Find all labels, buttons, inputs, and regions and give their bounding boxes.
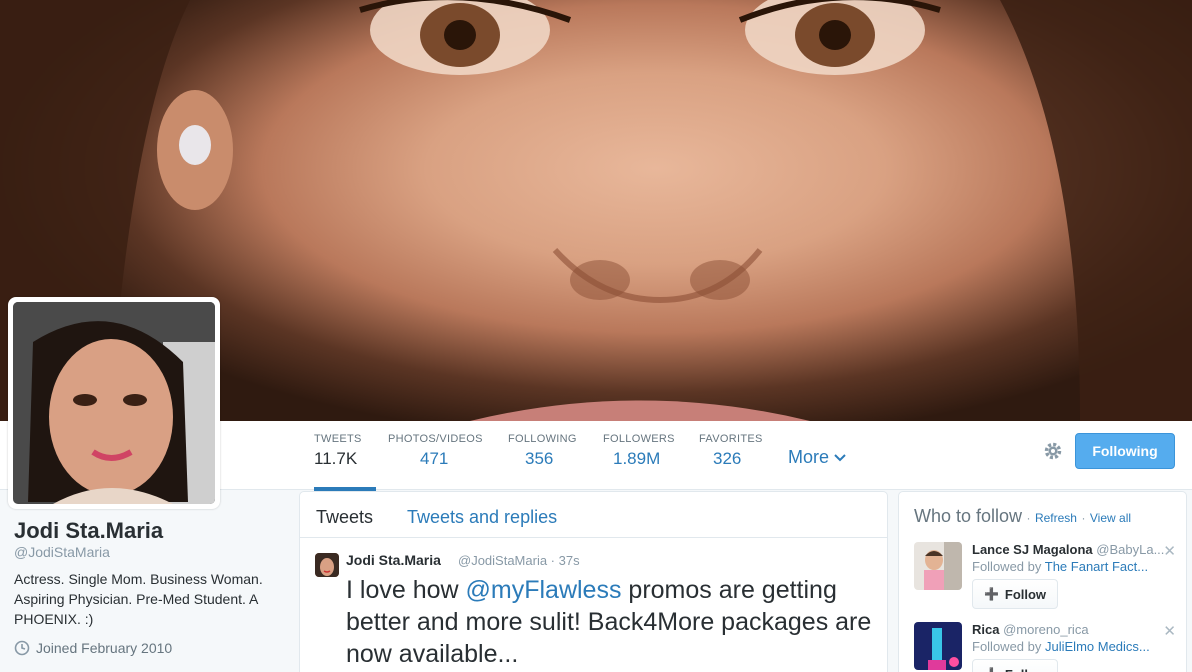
add-user-icon: ➕ [983,587,999,601]
tweet-text-part: I love how [346,576,466,604]
stat-following[interactable]: FOLLOWING 356 [508,433,577,469]
joined-text: Joined February 2010 [36,640,173,656]
tweets-timeline: Tweets Tweets and replies Jodi Sta.Maria… [299,491,888,672]
tweet-author-name[interactable]: Jodi Sta.Maria [346,552,441,568]
tweet-text: I love how @myFlawless promos are gettin… [346,574,886,670]
separator: · [1081,511,1086,525]
stat-value: 11.7K [314,449,358,468]
view-all-link[interactable]: View all [1090,511,1131,525]
follow-button[interactable]: ➕ Follow [972,659,1058,672]
tab-tweets-and-replies[interactable]: Tweets and replies [407,507,557,528]
suggestion-followed-by: Followed by The Fanart Fact... [972,559,1148,574]
timeline-tabs: Tweets Tweets and replies [300,492,887,538]
profile-handle[interactable]: @JodiStaMaria [14,544,110,560]
followed-by-prefix: Followed by [972,639,1042,654]
suggestion-name-text: Rica [972,622,1000,637]
tweet-mention-link[interactable]: @myFlawless [466,576,622,604]
stat-value: 326 [713,449,742,468]
separator: · [1026,511,1031,525]
suggestion-handle: @moreno_rica [1003,622,1089,637]
who-to-follow-header: Who to follow · Refresh · View all [914,506,1131,527]
stat-value: 1.89M [613,449,661,468]
tab-tweets[interactable]: Tweets [316,507,373,528]
follow-label: Follow [1004,586,1047,602]
stat-label: FAVORITES [699,433,763,445]
refresh-link[interactable]: Refresh [1035,511,1077,525]
stat-label: FOLLOWERS [603,433,675,445]
stat-value: 471 [420,449,449,468]
stat-favorites[interactable]: FAVORITES 326 [699,433,763,469]
more-label: More [788,447,830,467]
stat-label: PHOTOS/VIDEOS [388,433,483,445]
stat-label: TWEETS [314,433,362,445]
close-icon[interactable]: ✕ [1163,622,1176,640]
follow-button[interactable]: ➕ Follow [972,579,1058,609]
suggestion-avatar[interactable] [914,542,962,590]
clock-icon [14,640,30,656]
stat-value: 356 [525,449,554,468]
followed-by-prefix: Followed by [972,559,1042,574]
suggestion-name-text: Lance SJ Magalona [972,542,1093,557]
tweet-handle-time[interactable]: @JodiStaMaria · 37s [458,553,580,568]
profile-bio: Actress. Single Mom. Business Woman. Asp… [14,571,263,627]
profile-name[interactable]: Jodi Sta.Maria [14,518,163,544]
following-button[interactable]: Following [1075,433,1175,469]
who-to-follow-title: Who to follow [914,506,1023,526]
chevron-down-icon [834,454,846,462]
suggestion-avatar[interactable] [914,622,962,670]
close-icon[interactable]: ✕ [1163,542,1176,560]
tweet-avatar[interactable] [315,553,339,577]
follow-label: Follow [1005,667,1046,672]
gear-icon[interactable] [1043,441,1063,461]
add-user-icon: ➕ [984,667,999,672]
stat-followers[interactable]: FOLLOWERS 1.89M [603,433,675,469]
who-to-follow-module: Who to follow · Refresh · View all Lance… [898,491,1187,672]
suggestion-name[interactable]: Lance SJ Magalona @BabyLa... [972,542,1164,557]
stat-label: FOLLOWING [508,433,577,445]
suggestion-handle: @BabyLa... [1096,542,1165,557]
more-menu[interactable]: More [788,447,846,468]
suggestion-name[interactable]: Rica @moreno_rica [972,622,1089,637]
profile-joined: Joined February 2010 [14,640,172,656]
profile-avatar[interactable] [8,297,220,509]
followed-by-link[interactable]: JuliElmo Medics... [1045,639,1150,654]
followed-by-link[interactable]: The Fanart Fact... [1045,559,1148,574]
stat-photos-videos[interactable]: PHOTOS/VIDEOS 471 [388,433,483,469]
suggestion-followed-by: Followed by JuliElmo Medics... [972,639,1150,654]
stat-tweets[interactable]: TWEETS 11.7K [314,433,376,491]
